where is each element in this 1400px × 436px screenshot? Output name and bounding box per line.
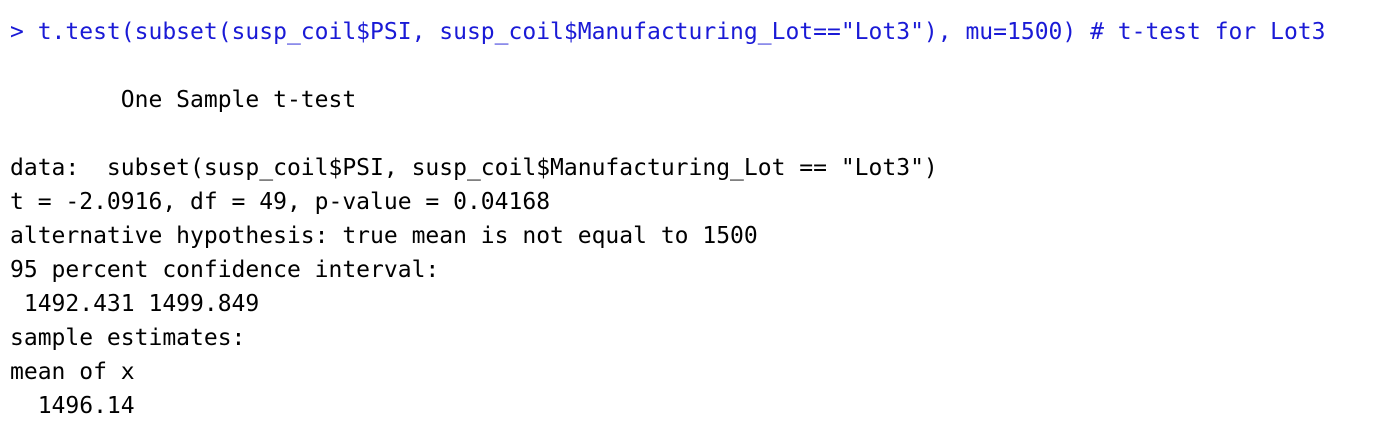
confidence-interval-values: 1492.431 1499.849 (10, 291, 260, 317)
estimate-value: 1496.14 (10, 393, 135, 419)
command-line[interactable]: > t.test(subset(susp_coil$PSI, susp_coil… (10, 15, 1395, 49)
data-line: data: subset(susp_coil$PSI, susp_coil$Ma… (10, 155, 938, 181)
r-console[interactable]: > t.test(subset(susp_coil$PSI, susp_coil… (10, 15, 1395, 423)
sample-estimates-label: sample estimates: (10, 325, 246, 351)
confidence-interval-label: 95 percent confidence interval: (10, 257, 440, 283)
alternative-hypothesis: alternative hypothesis: true mean is not… (10, 223, 758, 249)
test-title: One Sample t-test (10, 87, 357, 113)
estimate-name: mean of x (10, 359, 135, 385)
test-statistics: t = -2.0916, df = 49, p-value = 0.04168 (10, 189, 551, 215)
